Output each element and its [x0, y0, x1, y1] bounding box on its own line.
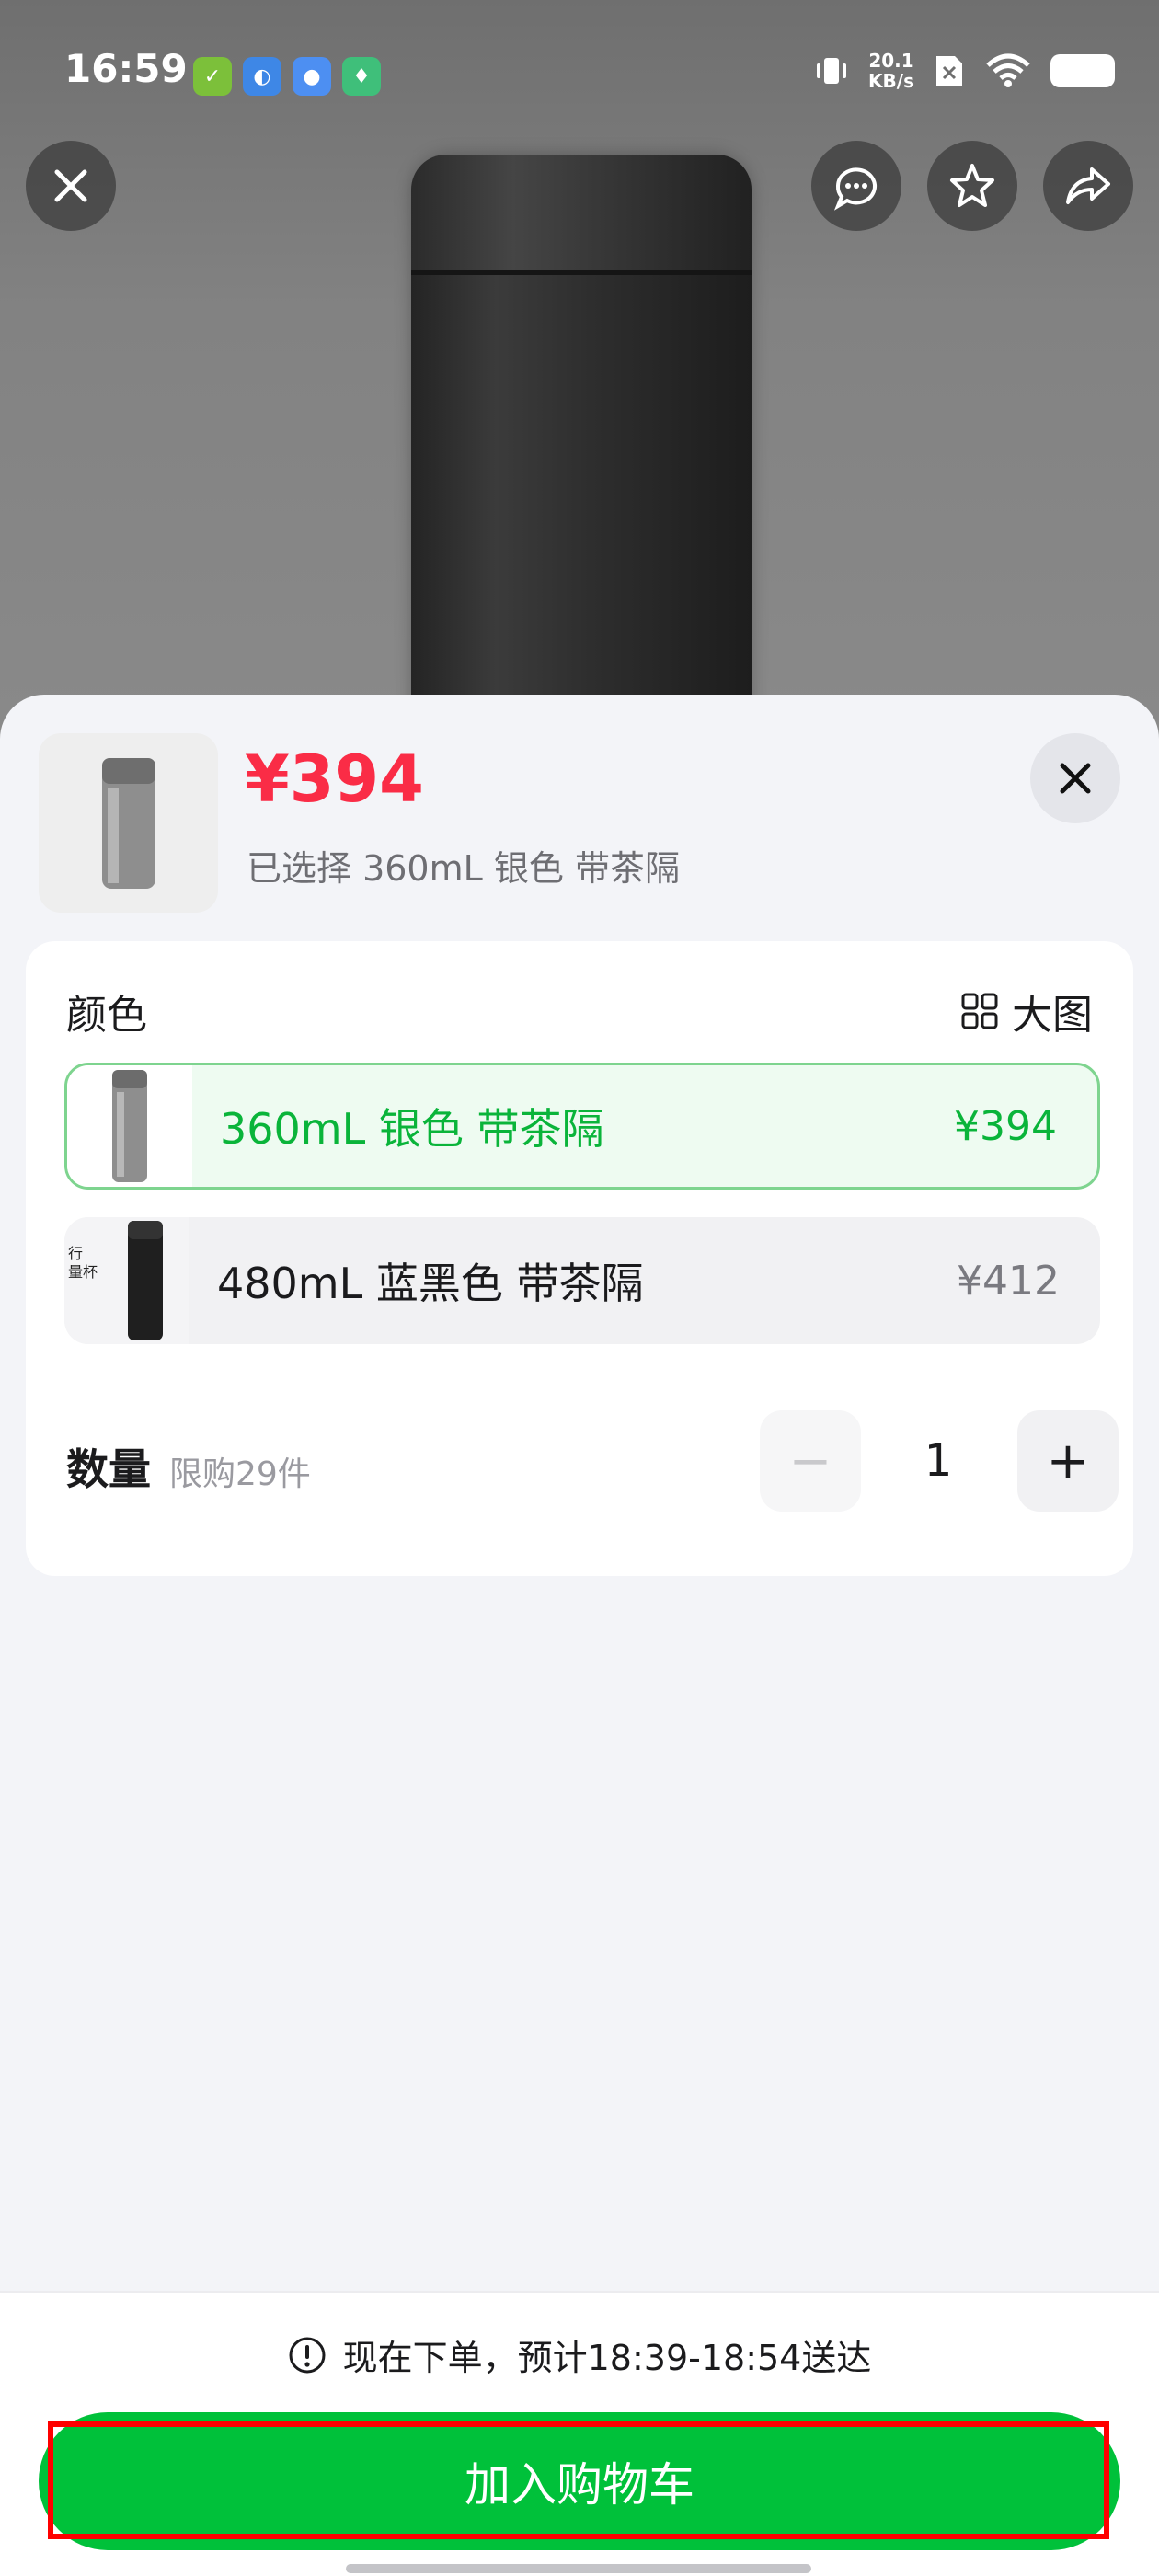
selected-summary: 已选择 360mL 银色 带茶隔	[247, 848, 680, 889]
big-image-toggle[interactable]: 大图	[960, 982, 1093, 1041]
chat-icon	[833, 167, 877, 211]
delivery-text: 现在下单，预计18:39-18:54送达	[342, 2338, 872, 2378]
battery-icon	[1050, 54, 1115, 87]
close-icon	[54, 169, 87, 202]
delivery-estimate: 现在下单，预计18:39-18:54送达	[0, 2329, 1159, 2380]
thumbnail-text-line: 行	[68, 1245, 84, 1262]
add-to-cart-button[interactable]: 加入购物车	[39, 2412, 1120, 2550]
net-speed: 20.1 KB/s	[868, 51, 914, 91]
current-price: ¥394	[245, 742, 424, 817]
net-speed-value: 20.1	[868, 50, 914, 72]
selected-product-thumbnail	[39, 733, 218, 913]
product-spec-screen: 16:59 ✓ ◐ ● ♦ 20.1 KB/s ¥394 已选择 360mL 银…	[0, 0, 1159, 2576]
color-section-title: 颜色	[66, 992, 147, 1039]
decrease-quantity-button[interactable]: −	[760, 1410, 861, 1512]
vibrate-icon	[817, 58, 847, 84]
wechat-app-icon: ♦	[342, 57, 381, 96]
thumbnail-text-line: 量杯	[68, 1263, 98, 1281]
quantity-row: 数量 限购29件 − 1 +	[66, 1410, 1119, 1512]
black-bottle-image	[128, 1221, 163, 1340]
quantity-label: 数量	[66, 1444, 151, 1494]
bottle-cap	[411, 155, 752, 275]
no-sim-icon	[936, 56, 962, 86]
thumbnail-text: 行 量杯	[68, 1245, 98, 1282]
net-speed-unit: KB/s	[868, 70, 914, 92]
status-right: 20.1 KB/s	[813, 51, 1115, 91]
option-thumbnail: 行 量杯	[64, 1217, 189, 1344]
option-label: 480mL 蓝黑色 带茶隔	[217, 1259, 644, 1308]
option-thumbnail	[67, 1065, 192, 1187]
big-image-label: 大图	[1012, 992, 1093, 1039]
option-label: 360mL 银色 带茶隔	[220, 1104, 604, 1154]
close-icon	[1060, 763, 1091, 794]
customer-service-button[interactable]	[811, 141, 901, 231]
share-icon	[1066, 167, 1110, 204]
star-icon	[950, 164, 994, 207]
option-price: ¥412	[957, 1257, 1060, 1305]
status-bar: 16:59 ✓ ◐ ● ♦ 20.1 KB/s	[0, 0, 1159, 147]
grid-icon	[961, 993, 998, 1029]
quantity-value[interactable]: 1	[876, 1410, 1001, 1512]
silver-bottle-image	[101, 757, 155, 889]
bottle-image	[411, 155, 752, 773]
clipboard-app-icon: ✓	[193, 57, 232, 96]
share-button[interactable]	[1043, 141, 1133, 231]
home-indicator[interactable]	[346, 2564, 811, 2573]
increase-quantity-button[interactable]: +	[1017, 1410, 1119, 1512]
checkout-footer: 现在下单，预计18:39-18:54送达 加入购物车	[0, 2291, 1159, 2576]
status-time: 16:59	[64, 46, 188, 91]
wifi-icon	[986, 53, 1030, 87]
favorite-button[interactable]	[927, 141, 1017, 231]
color-option-360ml-silver[interactable]: 360mL 银色 带茶隔 ¥394	[64, 1063, 1100, 1190]
close-sheet-button[interactable]	[1030, 733, 1120, 823]
color-option-480ml-blue-black[interactable]: 行 量杯 480mL 蓝黑色 带茶隔 ¥412	[64, 1217, 1100, 1344]
files-app-icon: ●	[293, 57, 331, 96]
info-icon	[289, 2337, 326, 2373]
close-preview-button[interactable]	[26, 141, 116, 231]
option-price: ¥394	[954, 1102, 1057, 1150]
silver-bottle-image	[112, 1070, 147, 1182]
spec-card: 颜色 大图 360mL 银色 带茶隔 ¥394 行 量杯 480mL 蓝黑色 带…	[26, 941, 1133, 1576]
purchase-limit: 限购29件	[169, 1455, 311, 1493]
browser-app-icon: ◐	[243, 57, 281, 96]
